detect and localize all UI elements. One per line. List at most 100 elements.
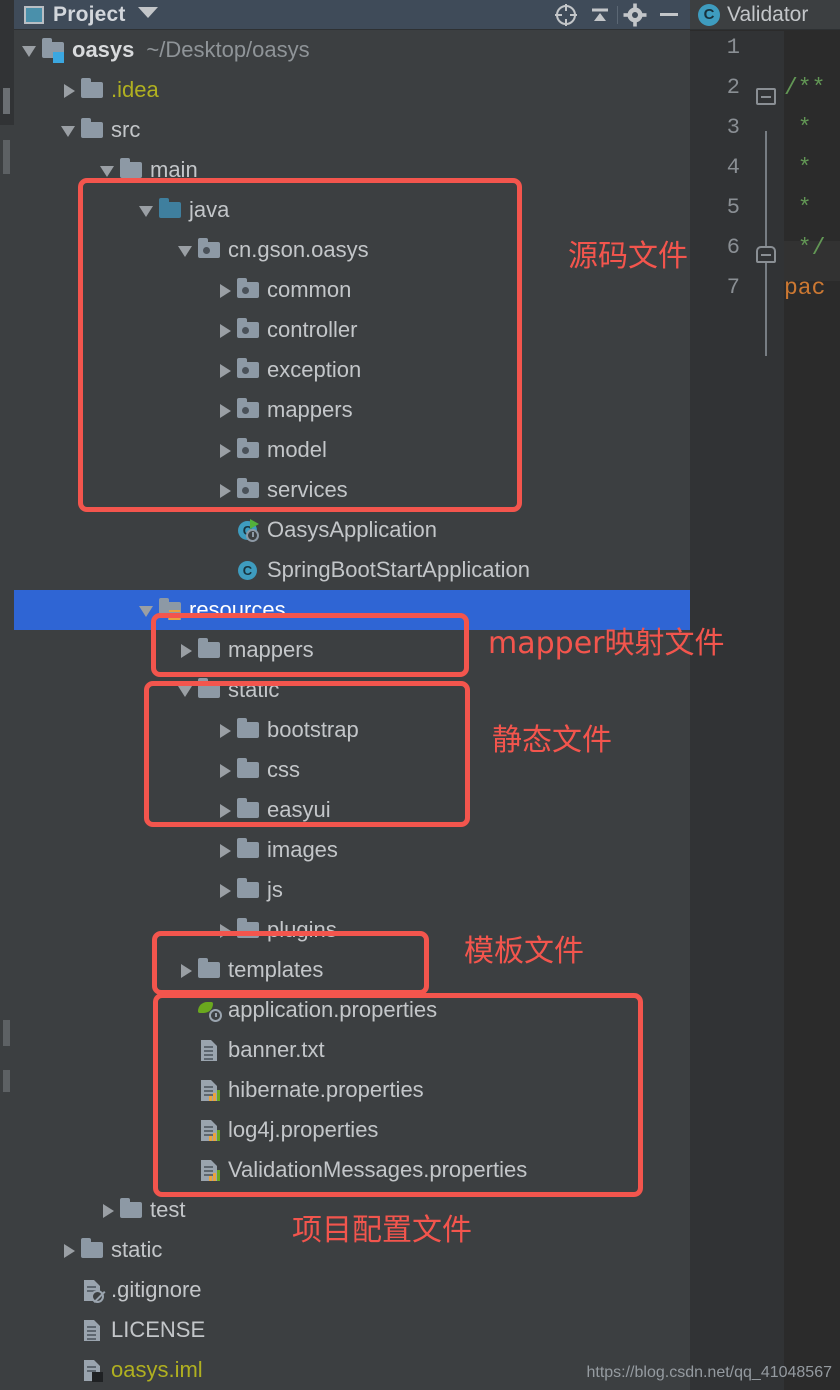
chevron-right-icon[interactable] <box>215 270 235 310</box>
tree-row[interactable]: images <box>14 830 690 870</box>
tree-row-label: banner.txt <box>228 1037 325 1062</box>
tree-row[interactable]: .gitignore <box>14 1270 690 1310</box>
tree-row[interactable]: js <box>14 870 690 910</box>
chevron-down-icon[interactable] <box>176 670 196 710</box>
chevron-right-icon[interactable] <box>176 630 196 670</box>
ide-screenshot: Project oasys ~/Desktop/oasys .idea src … <box>0 0 840 1390</box>
tree-row[interactable]: hibernate.properties <box>14 1070 690 1110</box>
folder-icon <box>235 870 261 910</box>
chevron-down-icon[interactable] <box>176 230 196 270</box>
tree-row[interactable]: model <box>14 430 690 470</box>
chevron-down-icon[interactable] <box>137 5 159 24</box>
chevron-right-icon[interactable] <box>215 830 235 870</box>
locate-target-icon[interactable] <box>549 0 583 30</box>
tree-row[interactable]: exception <box>14 350 690 390</box>
editor-tab-label[interactable]: Validator <box>727 4 808 25</box>
collapse-all-icon[interactable] <box>583 0 617 30</box>
text-file-icon <box>196 1030 222 1070</box>
tree-row[interactable]: LICENSE <box>14 1310 690 1350</box>
tree-row-label: static <box>111 1237 163 1262</box>
tree-row[interactable]: C SpringBootStartApplication <box>14 550 690 590</box>
tree-row-label: .gitignore <box>111 1277 202 1302</box>
line-number: 7 <box>726 275 740 300</box>
tree-row[interactable]: java <box>14 190 690 230</box>
tree-row[interactable]: services <box>14 470 690 510</box>
chevron-right-icon[interactable] <box>215 710 235 750</box>
chevron-right-icon[interactable] <box>215 750 235 790</box>
tree-row-label: oasys <box>72 37 135 62</box>
tree-row[interactable]: src <box>14 110 690 150</box>
tree-row[interactable]: ValidationMessages.properties <box>14 1150 690 1190</box>
tree-row[interactable]: application.properties <box>14 990 690 1030</box>
folder-icon <box>235 750 261 790</box>
tree-row-label: test <box>150 1197 186 1222</box>
tree-arrow-placeholder <box>215 510 235 550</box>
chevron-down-icon[interactable] <box>59 110 79 150</box>
chevron-down-icon[interactable] <box>137 590 157 630</box>
tree-row-label: src <box>111 117 141 142</box>
tree-row-path: ~/Desktop/oasys <box>146 37 310 62</box>
tool-window-stripe[interactable] <box>0 0 14 1390</box>
chevron-right-icon[interactable] <box>215 310 235 350</box>
chevron-right-icon[interactable] <box>59 1230 79 1270</box>
project-panel-header: Project <box>14 0 690 30</box>
text-file-icon <box>79 1310 105 1350</box>
tree-row[interactable]: easyui <box>14 790 690 830</box>
chevron-right-icon[interactable] <box>215 470 235 510</box>
chevron-right-icon[interactable] <box>176 950 196 990</box>
tree-row[interactable]: banner.txt <box>14 1030 690 1070</box>
tree-row-label: common <box>267 277 352 302</box>
tree-row[interactable]: templates <box>14 950 690 990</box>
settings-gear-icon[interactable] <box>618 0 652 30</box>
tree-row-label: services <box>267 477 348 502</box>
tree-arrow-placeholder <box>176 990 196 1030</box>
project-tree[interactable]: oasys ~/Desktop/oasys .idea src main java cn.g… <box>14 30 690 1390</box>
editor-fold-strip[interactable] <box>748 31 784 1390</box>
tree-row[interactable]: controller <box>14 310 690 350</box>
tree-row-label: log4j.properties <box>228 1117 379 1142</box>
tree-row[interactable]: log4j.properties <box>14 1110 690 1150</box>
tree-row[interactable]: main <box>14 150 690 190</box>
chevron-right-icon[interactable] <box>98 1190 118 1230</box>
tree-arrow-placeholder <box>176 1070 196 1110</box>
iml-file-icon <box>79 1350 105 1390</box>
package-icon <box>235 390 261 430</box>
tree-row[interactable]: static <box>14 670 690 710</box>
project-window-icon <box>24 5 44 24</box>
tree-row-label: exception <box>267 357 362 382</box>
tree-arrow-placeholder <box>176 1110 196 1150</box>
tree-row[interactable]: oasys ~/Desktop/oasys <box>14 30 690 70</box>
tree-row-label: main <box>150 157 198 182</box>
tree-row[interactable]: plugins <box>14 910 690 950</box>
properties-file-icon <box>196 1070 222 1110</box>
tree-row[interactable]: resources <box>14 590 690 630</box>
chevron-right-icon[interactable] <box>215 870 235 910</box>
tree-row-label: .idea <box>111 77 159 102</box>
chevron-right-icon[interactable] <box>215 790 235 830</box>
chevron-right-icon[interactable] <box>215 350 235 390</box>
editor-pane: C Validator 1 2 3 4 5 6 7 /** * * * */ pac <box>690 0 840 1390</box>
chevron-down-icon[interactable] <box>98 150 118 190</box>
chevron-down-icon[interactable] <box>137 190 157 230</box>
folder-icon <box>196 630 222 670</box>
tree-row[interactable]: COasysApplication <box>14 510 690 550</box>
folder-icon <box>235 910 261 950</box>
tree-arrow-placeholder <box>176 1150 196 1190</box>
fold-collapse-icon[interactable] <box>756 88 776 105</box>
tree-row[interactable]: mappers <box>14 390 690 430</box>
editor-gutter[interactable]: 1 2 3 4 5 6 7 <box>690 31 748 1390</box>
chevron-right-icon[interactable] <box>215 430 235 470</box>
chevron-right-icon[interactable] <box>215 390 235 430</box>
hide-window-icon[interactable] <box>652 0 686 30</box>
chevron-right-icon[interactable] <box>59 70 79 110</box>
chevron-right-icon[interactable] <box>215 910 235 950</box>
folder-icon <box>118 150 144 190</box>
tree-row[interactable]: .idea <box>14 70 690 110</box>
fold-end-icon[interactable] <box>756 246 776 263</box>
chevron-down-icon[interactable] <box>20 30 40 70</box>
tree-row-label: js <box>267 877 283 902</box>
tree-row-label: model <box>267 437 327 462</box>
tree-row[interactable]: common <box>14 270 690 310</box>
editor-code[interactable]: /** * * * */ pac <box>784 31 840 1390</box>
gitignore-file-icon <box>79 1270 105 1310</box>
